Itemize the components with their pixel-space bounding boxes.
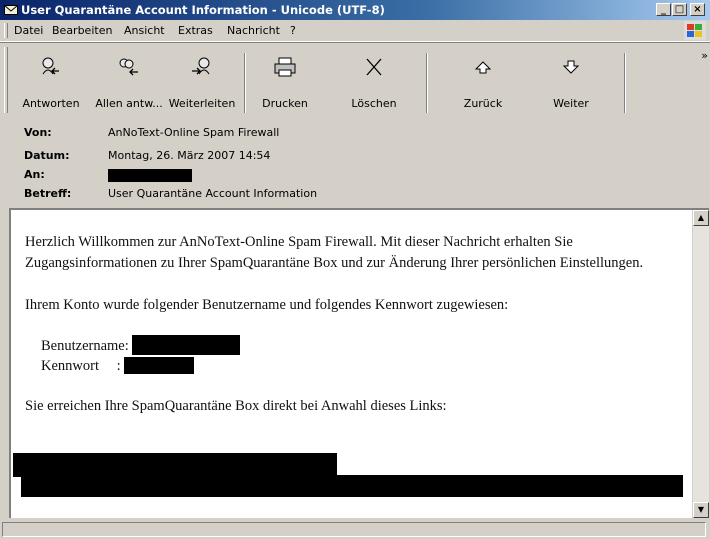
envelope-icon xyxy=(4,5,18,15)
link-paragraph: Sie erreichen Ihre SpamQuarantäne Box di… xyxy=(25,398,447,414)
password-label: Kennwort xyxy=(41,358,99,374)
intro-paragraph: Herzlich Willkommen zur AnNoText-Online … xyxy=(25,234,644,271)
username-label: Benutzername: xyxy=(41,338,129,354)
from-value: AnNoText-Online Spam Firewall xyxy=(108,126,280,139)
date-value: Montag, 26. März 2007 14:54 xyxy=(108,149,271,162)
scroll-up-button[interactable]: ▲ xyxy=(693,210,709,226)
date-label: Datum: xyxy=(24,149,70,162)
menu-bearbeiten[interactable]: Bearbeiten xyxy=(52,24,112,37)
password-row: Kennwort : xyxy=(41,356,195,377)
menu-ansicht[interactable]: Ansicht xyxy=(124,24,165,37)
delete-button[interactable]: Löschen xyxy=(338,49,410,115)
close-button[interactable]: × xyxy=(690,3,705,16)
redaction-bar xyxy=(13,453,337,477)
status-panel xyxy=(2,522,706,537)
reply-icon xyxy=(42,57,59,75)
up-arrow-icon xyxy=(474,61,492,74)
window-title: User Quarantäne Account Information - Un… xyxy=(21,3,385,17)
toolbar: Antworten Allen antw... Weiterleiten Dru… xyxy=(0,42,710,119)
menu-datei[interactable]: Datei xyxy=(14,24,43,37)
forward-label: Weiterleiten xyxy=(168,97,236,110)
redaction-bar xyxy=(124,357,195,374)
redaction-bar xyxy=(21,475,683,497)
reply-button[interactable]: Antworten xyxy=(12,49,90,115)
print-label: Drucken xyxy=(262,97,308,110)
redaction-bar xyxy=(108,169,192,182)
next-label: Weiter xyxy=(553,97,589,110)
vertical-scrollbar[interactable]: ▲ ▼ xyxy=(692,210,709,518)
previous-label: Zurück xyxy=(463,97,503,110)
reply-all-button[interactable]: Allen antw... xyxy=(93,49,165,115)
reply-all-label: Allen antw... xyxy=(95,97,163,110)
reply-all-icon xyxy=(119,58,138,76)
message-content: Herzlich Willkommen zur AnNoText-Online … xyxy=(25,232,689,417)
username-row: Benutzername: xyxy=(41,335,241,357)
toolbar-separator xyxy=(244,53,246,113)
subject-label: Betreff: xyxy=(24,187,72,200)
password-separator: : xyxy=(116,358,121,374)
status-bar xyxy=(0,519,710,539)
previous-button[interactable]: Zurück xyxy=(450,49,516,115)
menu-extras[interactable]: Extras xyxy=(178,24,213,37)
maximize-button[interactable]: □ xyxy=(672,3,687,16)
subject-value: User Quarantäne Account Information xyxy=(108,187,318,200)
to-value xyxy=(108,168,192,185)
redaction-bar xyxy=(132,335,241,355)
forward-button[interactable]: Weiterleiten xyxy=(166,49,238,115)
credentials-block: Benutzername: Kennwort : xyxy=(25,335,689,383)
forward-icon xyxy=(192,57,210,75)
menu-bar: Datei Bearbeiten Ansicht Extras Nachrich… xyxy=(0,20,710,42)
toolbar-overflow-button[interactable]: » xyxy=(701,49,708,62)
windows-logo-icon xyxy=(684,21,706,40)
scroll-down-button[interactable]: ▼ xyxy=(693,502,709,518)
message-header: Von: AnNoText-Online Spam Firewall Datum… xyxy=(0,118,710,206)
delete-label: Löschen xyxy=(351,97,397,110)
print-button[interactable]: Drucken xyxy=(250,49,320,115)
delete-icon xyxy=(366,58,382,76)
title-bar[interactable]: User Quarantäne Account Information - Un… xyxy=(0,0,710,20)
next-button[interactable]: Weiter xyxy=(538,49,604,115)
account-paragraph: Ihrem Konto wurde folgender Benutzername… xyxy=(25,297,509,313)
printer-icon xyxy=(274,57,296,77)
toolbar-separator xyxy=(624,53,626,113)
menu-nachricht[interactable]: Nachricht xyxy=(227,24,280,37)
menu-grip[interactable] xyxy=(4,23,8,38)
to-label: An: xyxy=(24,168,45,181)
message-body[interactable]: Herzlich Willkommen zur AnNoText-Online … xyxy=(9,208,709,518)
down-arrow-icon xyxy=(562,60,580,74)
from-label: Von: xyxy=(24,126,52,139)
toolbar-grip[interactable] xyxy=(4,47,8,113)
menu-help[interactable]: ? xyxy=(290,24,296,37)
reply-label: Antworten xyxy=(22,97,80,110)
toolbar-separator xyxy=(426,53,428,113)
minimize-button[interactable]: _ xyxy=(656,3,671,16)
